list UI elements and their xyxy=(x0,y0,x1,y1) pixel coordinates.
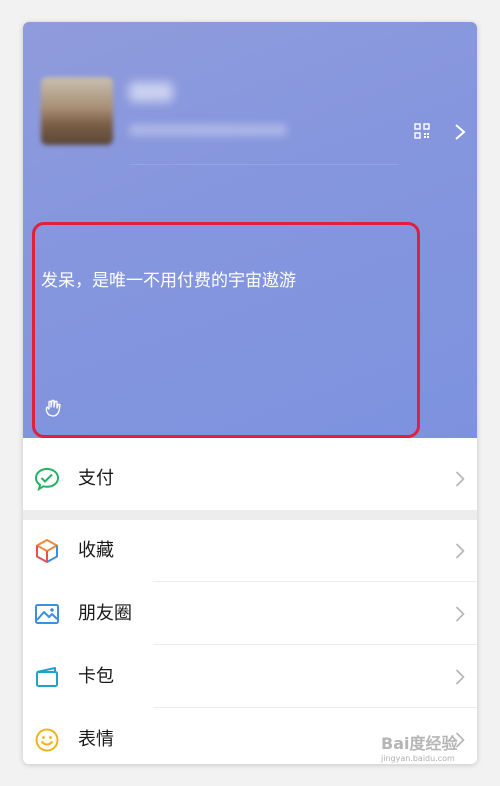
status-highlight-box xyxy=(32,222,420,438)
pay-icon xyxy=(34,467,60,492)
status-text[interactable]: 发呆，是唯一不用付费的宇宙遨游 xyxy=(41,269,296,293)
menu-item-label: 表情 xyxy=(78,729,114,750)
sticker-smile-icon xyxy=(35,728,59,752)
avatar[interactable] xyxy=(41,77,113,145)
me-page: 发呆，是唯一不用付费的宇宙遨游 支付 收藏 朋友圈 卡包 表情 Bai度经验 j… xyxy=(23,22,477,764)
menu-item-card-wallet[interactable]: 卡包 xyxy=(23,646,477,708)
favorites-icon xyxy=(36,539,58,563)
menu-item-favorites[interactable]: 收藏 xyxy=(23,520,477,582)
moments-icon xyxy=(35,604,59,624)
row-divider xyxy=(153,644,477,645)
baidu-jingyan-watermark: Bai度经验 jingyan.baidu.com xyxy=(381,734,477,764)
wechat-id xyxy=(129,122,289,138)
menu-item-pay[interactable]: 支付 xyxy=(23,448,477,510)
row-divider xyxy=(153,707,477,708)
nickname xyxy=(129,78,181,104)
row-divider xyxy=(153,581,477,582)
profile-header[interactable]: 发呆，是唯一不用付费的宇宙遨游 xyxy=(23,22,477,438)
chevron-right-icon xyxy=(455,669,465,685)
profile-divider xyxy=(129,164,399,165)
chevron-right-icon xyxy=(455,543,465,559)
watermark-brand: Bai度经验 xyxy=(381,734,458,753)
menu-item-label: 收藏 xyxy=(78,540,114,561)
chevron-right-icon xyxy=(455,606,465,622)
chevron-right-icon xyxy=(455,471,465,487)
qr-code-icon[interactable] xyxy=(414,123,430,139)
watermark-url: jingyan.baidu.com xyxy=(381,754,455,763)
section-gap xyxy=(23,510,477,520)
menu-item-moments[interactable]: 朋友圈 xyxy=(23,583,477,645)
menu-item-label: 支付 xyxy=(78,468,114,489)
card-wallet-icon xyxy=(36,667,58,687)
hand-icon[interactable] xyxy=(43,398,63,418)
menu-item-label: 朋友圈 xyxy=(78,603,132,624)
chevron-right-icon[interactable] xyxy=(454,123,466,141)
menu-item-label: 卡包 xyxy=(78,666,114,687)
